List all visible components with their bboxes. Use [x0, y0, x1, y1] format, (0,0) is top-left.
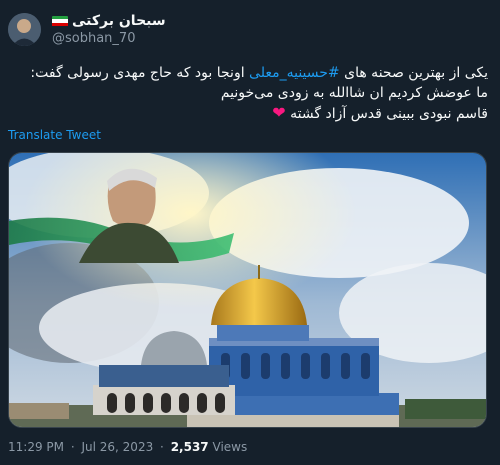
heart-icon: ❤ [272, 103, 286, 122]
tweet-line-3: قاسم نبودی ببینی قدس آزاد گشته ❤ [18, 103, 488, 124]
tweet-image[interactable] [8, 152, 487, 428]
tweet-image-artwork [9, 153, 486, 427]
tweet-line-1-start: یکی از بهترین صحنه های [344, 65, 488, 81]
tweet-line-3-text: قاسم نبودی ببینی قدس آزاد گشته [290, 106, 488, 122]
user-name-row: سبحان برکتی [52, 13, 166, 29]
tweet-line-1: یکی از بهترین صحنه های #حسینیه_معلی اونج… [18, 63, 488, 83]
tweet-date[interactable]: Jul 26, 2023 [81, 440, 153, 454]
tweet-line-1-end: اونجا بود که حاج مهدی رسولی گفت: [30, 65, 245, 81]
translate-tweet-link[interactable]: Translate Tweet [8, 128, 101, 142]
meta-separator-2: · [160, 440, 164, 454]
meta-separator: · [70, 440, 75, 454]
avatar-image [8, 13, 41, 46]
tweet-time[interactable]: 11:29 PM [8, 440, 64, 454]
avatar[interactable] [8, 13, 41, 46]
display-name[interactable]: سبحان برکتی [72, 13, 166, 29]
hashtag-link[interactable]: #حسینیه_معلی [249, 65, 340, 81]
views-count: 2,537 [170, 440, 209, 454]
tweet-meta: 11:29 PM · Jul 26, 2023 · 2,537 Views [8, 440, 247, 454]
tweet-text: یکی از بهترین صحنه های #حسینیه_معلی اونج… [18, 63, 488, 124]
tweet-line-2: ما عوضش کردیم ان شاالله به زودی می‌خونیم [220, 85, 488, 101]
user-handle[interactable]: @sobhan_70 [52, 31, 135, 46]
iran-flag-icon [52, 15, 68, 27]
views-label: Views [212, 440, 248, 454]
